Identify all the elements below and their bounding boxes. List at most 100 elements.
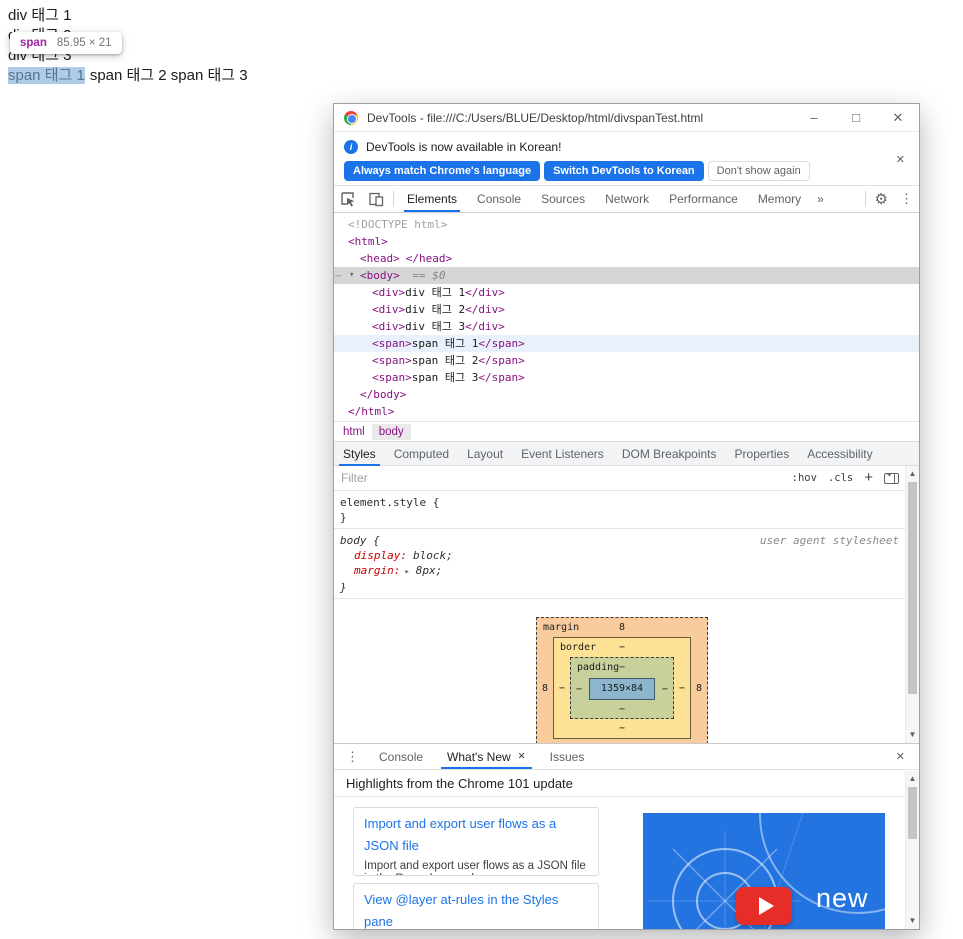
- padding-left-value[interactable]: −: [571, 684, 587, 695]
- infobar-close-icon[interactable]: ✕: [896, 153, 905, 166]
- dom-node-doctype[interactable]: <!DOCTYPE html>: [334, 216, 919, 233]
- whats-new-card: View @layer at-rules in the Styles pane …: [353, 883, 599, 929]
- styles-scrollbar[interactable]: ▲ ▼: [905, 466, 919, 743]
- drawer-tab-whats-new[interactable]: What's New ✕: [435, 744, 538, 769]
- node-options-dots-icon[interactable]: ⋯: [335, 267, 342, 284]
- more-tabs-chevron-icon[interactable]: »: [811, 192, 830, 206]
- padding-top-value[interactable]: −: [619, 662, 625, 673]
- drawer-tab-issues[interactable]: Issues: [538, 744, 597, 769]
- scroll-down-icon[interactable]: ▼: [906, 915, 919, 927]
- dom-node-body-close[interactable]: </body>: [334, 386, 919, 403]
- new-style-rule-icon[interactable]: +: [864, 470, 873, 485]
- card-title-link[interactable]: Import and export user flows as a JSON f…: [364, 813, 588, 857]
- tab-network[interactable]: Network: [595, 186, 659, 212]
- padding-bottom-value[interactable]: −: [619, 704, 625, 715]
- rule-selector[interactable]: body {: [340, 534, 380, 547]
- dom-node-html-open[interactable]: <html>: [334, 233, 919, 250]
- style-rule-element[interactable]: element.style { }: [334, 491, 919, 529]
- dom-node-head[interactable]: <head> </head>: [334, 250, 919, 267]
- toolbar-separator: [393, 191, 394, 207]
- devtools-toolbar: Elements Console Sources Network Perform…: [334, 186, 919, 213]
- dom-node-span3[interactable]: <span>span 태그 3</span>: [334, 369, 919, 386]
- maximize-button[interactable]: □: [835, 104, 877, 131]
- drawer-close-icon[interactable]: ✕: [896, 750, 905, 763]
- video-thumbnail[interactable]: new: [643, 813, 885, 929]
- device-toolbar-icon[interactable]: [362, 191, 390, 207]
- tab-elements[interactable]: Elements: [397, 186, 467, 212]
- toggle-hover-state[interactable]: :hov: [792, 472, 817, 484]
- tab-console[interactable]: Console: [467, 186, 531, 212]
- css-property-display[interactable]: display: block;: [340, 548, 913, 563]
- chrome-logo-icon: [344, 110, 358, 125]
- breadcrumb-body[interactable]: body: [371, 423, 411, 440]
- box-model-content-size[interactable]: 1359×84: [589, 678, 655, 700]
- border-bottom-value[interactable]: −: [619, 723, 625, 734]
- dom-tree: <!DOCTYPE html> <html> <head> </head> ⋯ ▾…: [334, 213, 919, 421]
- inspect-element-icon[interactable]: [334, 191, 362, 207]
- style-rule-body[interactable]: user agent stylesheet body { display: bloc…: [334, 529, 919, 599]
- dock-sidebar-icon[interactable]: [884, 470, 899, 484]
- tab-performance[interactable]: Performance: [659, 186, 748, 212]
- whats-new-heading: Highlights from the Chrome 101 update: [334, 770, 919, 797]
- scroll-down-icon[interactable]: ▼: [906, 729, 919, 741]
- tab-sources[interactable]: Sources: [531, 186, 595, 212]
- dom-node-html-close[interactable]: </html>: [334, 403, 919, 420]
- play-button-icon[interactable]: [736, 887, 792, 925]
- box-model-padding[interactable]: padding − − 1359×84 − −: [570, 657, 674, 719]
- drawer-kebab-menu-icon[interactable]: ⋮: [338, 749, 367, 765]
- drawer-scrollbar[interactable]: ▲ ▼: [905, 771, 919, 929]
- margin-left-value[interactable]: 8: [537, 683, 553, 694]
- scrollbar-thumb[interactable]: [908, 787, 917, 839]
- padding-right-value[interactable]: −: [657, 684, 673, 695]
- dom-node-body[interactable]: ⋯ ▾ <body> == $0: [334, 267, 919, 284]
- border-left-value[interactable]: −: [554, 683, 570, 694]
- border-top-value[interactable]: −: [619, 642, 625, 653]
- close-button[interactable]: ✕: [877, 104, 919, 131]
- styles-filter-input[interactable]: [341, 471, 792, 485]
- css-property-margin[interactable]: margin: ▸ 8px;: [340, 563, 913, 580]
- rule-selector[interactable]: element.style {: [340, 495, 913, 510]
- page-text-line: div 태그 1: [8, 7, 72, 24]
- scroll-up-icon[interactable]: ▲: [906, 773, 919, 785]
- box-model-border[interactable]: border − − padding − − 1359×84 − − − −: [553, 637, 691, 739]
- scrollbar-thumb[interactable]: [908, 482, 917, 694]
- close-tab-icon[interactable]: ✕: [518, 751, 526, 762]
- minimize-button[interactable]: –: [793, 104, 835, 131]
- card-description: Import and export user flows as a JSON f…: [364, 860, 586, 875]
- dom-node-div3[interactable]: <div>div 태그 3</div>: [334, 318, 919, 335]
- styles-sidebar-tabs: Styles Computed Layout Event Listeners D…: [334, 441, 919, 466]
- dom-node-div2[interactable]: <div>div 태그 2</div>: [334, 301, 919, 318]
- drawer-tab-console[interactable]: Console: [367, 744, 435, 769]
- info-icon: i: [344, 140, 358, 154]
- tab-properties[interactable]: Properties: [726, 442, 799, 465]
- tab-dom-breakpoints[interactable]: DOM Breakpoints: [613, 442, 726, 465]
- tab-accessibility[interactable]: Accessibility: [798, 442, 881, 465]
- switch-devtools-korean-button[interactable]: Switch DevTools to Korean: [544, 161, 704, 181]
- video-caption: new: [816, 883, 869, 913]
- margin-right-value[interactable]: 8: [691, 683, 707, 694]
- margin-top-value[interactable]: 8: [619, 622, 625, 633]
- scroll-up-icon[interactable]: ▲: [906, 468, 919, 480]
- expand-shorthand-icon[interactable]: ▸: [404, 567, 409, 577]
- border-right-value[interactable]: −: [674, 683, 690, 694]
- tab-memory[interactable]: Memory: [748, 186, 811, 212]
- dom-node-span1[interactable]: <span>span 태그 1</span>: [334, 335, 919, 352]
- card-title-link[interactable]: View @layer at-rules in the Styles pane: [364, 889, 588, 929]
- drawer-tabs: ⋮ Console What's New ✕ Issues ✕: [334, 744, 919, 770]
- always-match-language-button[interactable]: Always match Chrome's language: [344, 161, 541, 181]
- dom-node-div1[interactable]: <div>div 태그 1</div>: [334, 284, 919, 301]
- tab-computed[interactable]: Computed: [385, 442, 458, 465]
- tab-event-listeners[interactable]: Event Listeners: [512, 442, 613, 465]
- expand-arrow-icon[interactable]: ▾: [349, 267, 354, 284]
- dont-show-again-button[interactable]: Don't show again: [707, 161, 810, 181]
- breadcrumb-html[interactable]: html: [336, 424, 372, 440]
- rule-close-brace: }: [340, 511, 347, 524]
- kebab-menu-icon[interactable]: ⋮: [894, 191, 919, 207]
- toggle-class-state[interactable]: .cls: [828, 472, 853, 484]
- tab-styles[interactable]: Styles: [334, 442, 385, 466]
- box-model-margin[interactable]: margin 8 8 border − − padding − − 1359×84: [536, 617, 708, 743]
- dom-node-span2[interactable]: <span>span 태그 2</span>: [334, 352, 919, 369]
- toolbar-separator: [864, 191, 866, 207]
- tab-layout[interactable]: Layout: [458, 442, 512, 465]
- settings-gear-icon[interactable]: ⚙: [869, 190, 894, 208]
